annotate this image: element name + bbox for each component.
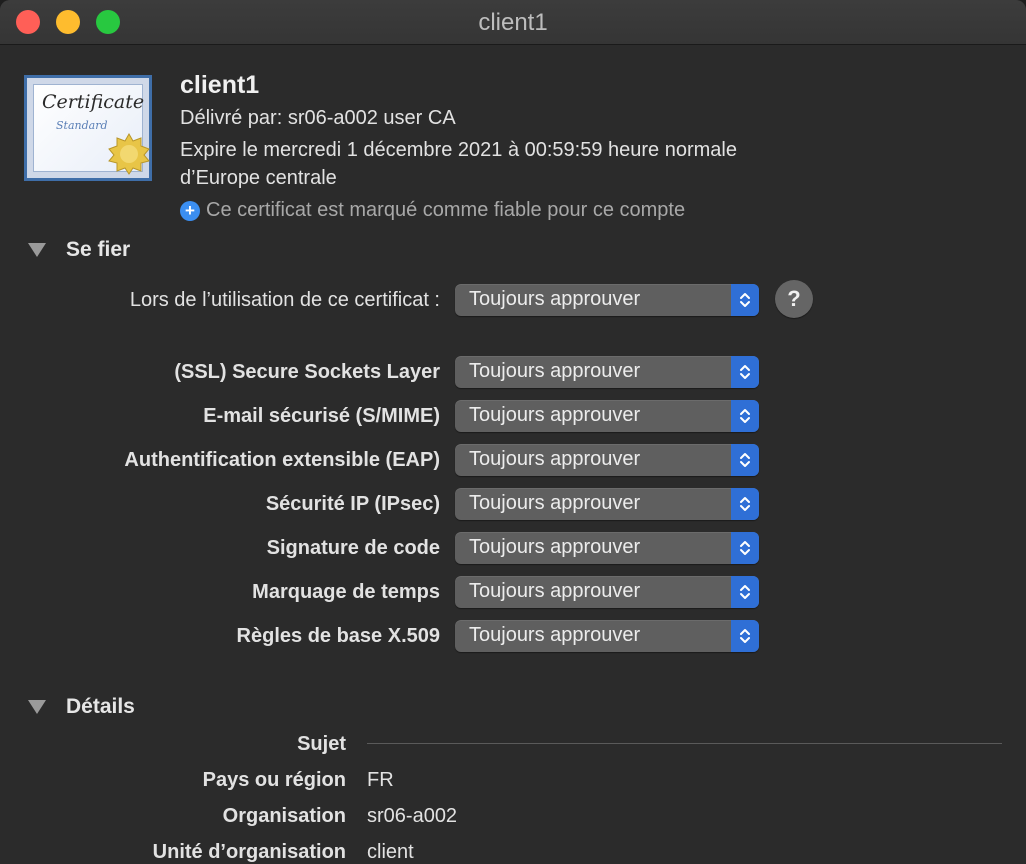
expiry-text-line1: Expire le mercredi 1 décembre 2021 à 00:… (180, 139, 737, 161)
eap-label: Authentification extensible (EAP) (124, 449, 440, 471)
trust-status-text: Ce certificat est marqué comme fiable po… (206, 199, 686, 221)
country-label: Pays ou région (202, 769, 346, 791)
subject-label: Sujet (297, 733, 346, 755)
when-using-label: Lors de l’utilisation de ce certificat : (129, 289, 440, 311)
expiry-text-line2: d’Europe centrale (180, 167, 337, 189)
ipsec-popup[interactable]: Toujours approuver (455, 488, 759, 520)
when-using-popup[interactable]: Toujours approuver (455, 284, 759, 316)
chevron-up-down-icon (731, 488, 759, 520)
chevron-up-down-icon (731, 444, 759, 476)
disclosure-triangle-icon[interactable] (28, 700, 46, 714)
details-section-label: Détails (66, 695, 135, 718)
x509-label: Règles de base X.509 (236, 625, 440, 647)
disclosure-triangle-icon[interactable] (28, 243, 46, 257)
ssl-popup[interactable]: Toujours approuver (455, 356, 759, 388)
chevron-up-down-icon (731, 620, 759, 652)
chevron-up-down-icon (731, 356, 759, 388)
ipsec-label: Sécurité IP (IPsec) (265, 493, 440, 515)
timestamping-popup[interactable]: Toujours approuver (455, 576, 759, 608)
chevron-up-down-icon (731, 576, 759, 608)
trust-section-header[interactable]: Se fier (28, 238, 130, 262)
chevron-up-down-icon (731, 400, 759, 432)
certificate-name: client1 (180, 71, 260, 99)
eap-popup[interactable]: Toujours approuver (455, 444, 759, 476)
plus-circle-icon: + (180, 200, 200, 221)
chevron-up-down-icon (731, 284, 759, 316)
smime-label: E-mail sécurisé (S/MIME) (203, 405, 440, 427)
organization-label: Organisation (222, 805, 346, 827)
org-unit-value: client (367, 841, 414, 863)
country-value: FR (367, 769, 394, 791)
trust-section-label: Se fier (66, 238, 131, 261)
chevron-up-down-icon (731, 532, 759, 564)
x509-popup[interactable]: Toujours approuver (455, 620, 759, 652)
timestamping-label: Marquage de temps (252, 581, 440, 603)
code-signing-label: Signature de code (266, 537, 440, 559)
organization-value: sr06-a002 (367, 805, 458, 827)
trust-status: + Ce certificat est marqué comme fiable … (180, 199, 685, 222)
smime-popup[interactable]: Toujours approuver (455, 400, 759, 432)
code-signing-popup[interactable]: Toujours approuver (455, 532, 759, 564)
certificate-window: client1 Certificate Standard client1 Dél… (0, 0, 1026, 864)
window-title: client1 (478, 9, 548, 36)
details-section-header[interactable]: Détails (28, 695, 135, 719)
title-bar: client1 (0, 0, 1026, 45)
subject-divider (367, 743, 1002, 744)
org-unit-label: Unité d’organisation (152, 841, 346, 863)
issuer-text: Délivré par: sr06-a002 user CA (180, 107, 456, 129)
certificate-icon: Certificate Standard (24, 75, 152, 181)
seal-icon (108, 133, 150, 175)
ssl-label: (SSL) Secure Sockets Layer (174, 361, 440, 383)
help-button[interactable]: ? (775, 280, 813, 318)
